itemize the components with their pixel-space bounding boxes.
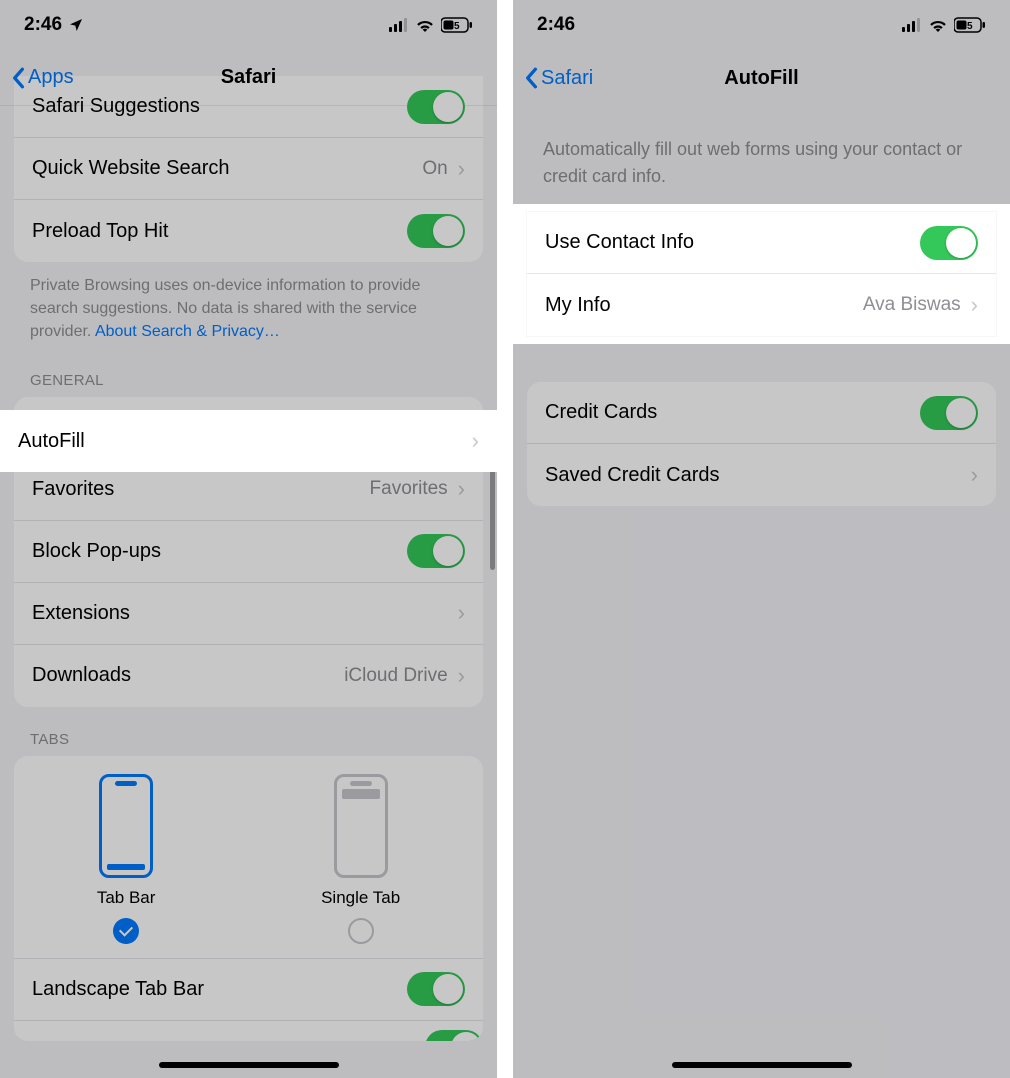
tabchoice-single-tab[interactable]: Single Tab — [321, 774, 400, 944]
radio-unchecked-icon — [348, 918, 374, 944]
page-title: AutoFill — [513, 67, 1010, 90]
row-block-popups[interactable]: Block Pop-ups — [14, 521, 483, 583]
row-label: Credit Cards — [545, 401, 920, 424]
chevron-right-icon: › — [472, 428, 479, 454]
row-landscape-tab-bar[interactable]: Landscape Tab Bar — [14, 959, 483, 1021]
svg-text:5: 5 — [454, 21, 460, 32]
phone-right-autofill-settings: 2:46 5 Safari AutoFill Automatically fil… — [513, 0, 1010, 1078]
tabchoice-tab-bar[interactable]: Tab Bar — [97, 774, 156, 944]
row-quick-website-search[interactable]: Quick Website Search On › — [14, 138, 483, 200]
tabchoice-label: Single Tab — [321, 888, 400, 908]
highlight-contact-info: Use Contact Info My Info Ava Biswas › — [513, 204, 1010, 344]
toggle-use-contact-info[interactable] — [920, 226, 978, 260]
row-cutoff — [14, 1021, 483, 1041]
row-use-contact-info[interactable]: Use Contact Info — [527, 212, 996, 274]
cellular-icon — [902, 18, 922, 32]
svg-text:5: 5 — [967, 21, 973, 32]
toggle-safari-suggestions[interactable] — [407, 90, 465, 124]
row-label: Block Pop-ups — [32, 540, 407, 563]
row-preload-top-hit[interactable]: Preload Top Hit — [14, 200, 483, 262]
toggle-cutoff[interactable] — [425, 1030, 483, 1041]
row-detail: iCloud Drive — [344, 665, 447, 687]
chevron-right-icon: › — [458, 156, 465, 182]
footer-private-browsing: Private Browsing uses on-device informat… — [0, 262, 497, 348]
status-bar: 2:46 5 — [513, 0, 1010, 50]
home-indicator[interactable] — [672, 1062, 852, 1068]
toggle-credit-cards[interactable] — [920, 396, 978, 430]
group-tabs: Tab Bar Single Tab Landscape Tab Bar — [14, 756, 483, 1041]
row-autofill[interactable]: AutoFill › — [0, 410, 497, 472]
group-credit-cards: Credit Cards Saved Credit Cards › — [527, 382, 996, 506]
row-label: Favorites — [32, 478, 370, 501]
phone-left-safari-settings: 2:46 5 Apps Safari Safari Suggestions Qu… — [0, 0, 497, 1078]
phone-preview-single-tab — [334, 774, 388, 878]
row-detail: On — [422, 158, 447, 180]
radio-checked-icon — [113, 918, 139, 944]
scrollbar-thumb[interactable] — [490, 460, 495, 570]
tabchoice-label: Tab Bar — [97, 888, 156, 908]
status-time: 2:46 — [537, 14, 575, 36]
location-icon — [68, 17, 84, 33]
cellular-icon — [389, 18, 409, 32]
row-downloads[interactable]: Downloads iCloud Drive › — [14, 645, 483, 707]
row-detail: Favorites — [370, 478, 448, 500]
chevron-right-icon: › — [971, 462, 978, 488]
row-label: Preload Top Hit — [32, 220, 407, 243]
battery-icon: 5 — [441, 17, 473, 33]
row-extensions[interactable]: Extensions › — [14, 583, 483, 645]
header-tabs: TABS — [0, 707, 497, 756]
row-label: Downloads — [32, 664, 344, 687]
chevron-right-icon: › — [971, 292, 978, 318]
nav-bar: Safari AutoFill — [513, 50, 1010, 106]
row-label: My Info — [545, 294, 863, 317]
row-saved-credit-cards[interactable]: Saved Credit Cards › — [527, 444, 996, 506]
toggle-preload-top-hit[interactable] — [407, 214, 465, 248]
status-time: 2:46 — [24, 14, 62, 36]
highlight-autofill: AutoFill › — [0, 410, 497, 472]
row-credit-cards[interactable]: Credit Cards — [527, 382, 996, 444]
chevron-right-icon: › — [458, 663, 465, 689]
row-label: Saved Credit Cards — [545, 464, 969, 487]
home-indicator[interactable] — [159, 1062, 339, 1068]
phone-preview-tab-bar — [99, 774, 153, 878]
toggle-landscape-tab-bar[interactable] — [407, 972, 465, 1006]
description-text: Automatically fill out web forms using y… — [513, 106, 1010, 200]
toggle-block-popups[interactable] — [407, 534, 465, 568]
link-about-privacy[interactable]: About Search & Privacy… — [95, 323, 280, 340]
row-detail: Ava Biswas — [863, 294, 961, 316]
chevron-right-icon: › — [458, 600, 465, 626]
battery-icon: 5 — [954, 17, 986, 33]
page-title: Safari — [0, 66, 497, 89]
row-label: Quick Website Search — [32, 157, 422, 180]
image-divider — [497, 0, 513, 1078]
row-my-info[interactable]: My Info Ava Biswas › — [527, 274, 996, 336]
tab-layout-chooser: Tab Bar Single Tab — [14, 756, 483, 959]
wifi-icon — [415, 18, 435, 32]
wifi-icon — [928, 18, 948, 32]
row-label: AutoFill — [18, 430, 470, 453]
status-bar: 2:46 5 — [0, 0, 497, 50]
row-label: Use Contact Info — [545, 231, 920, 254]
row-label: Extensions — [32, 602, 456, 625]
header-general: GENERAL — [0, 348, 497, 397]
row-label: Landscape Tab Bar — [32, 978, 407, 1001]
chevron-right-icon: › — [458, 476, 465, 502]
